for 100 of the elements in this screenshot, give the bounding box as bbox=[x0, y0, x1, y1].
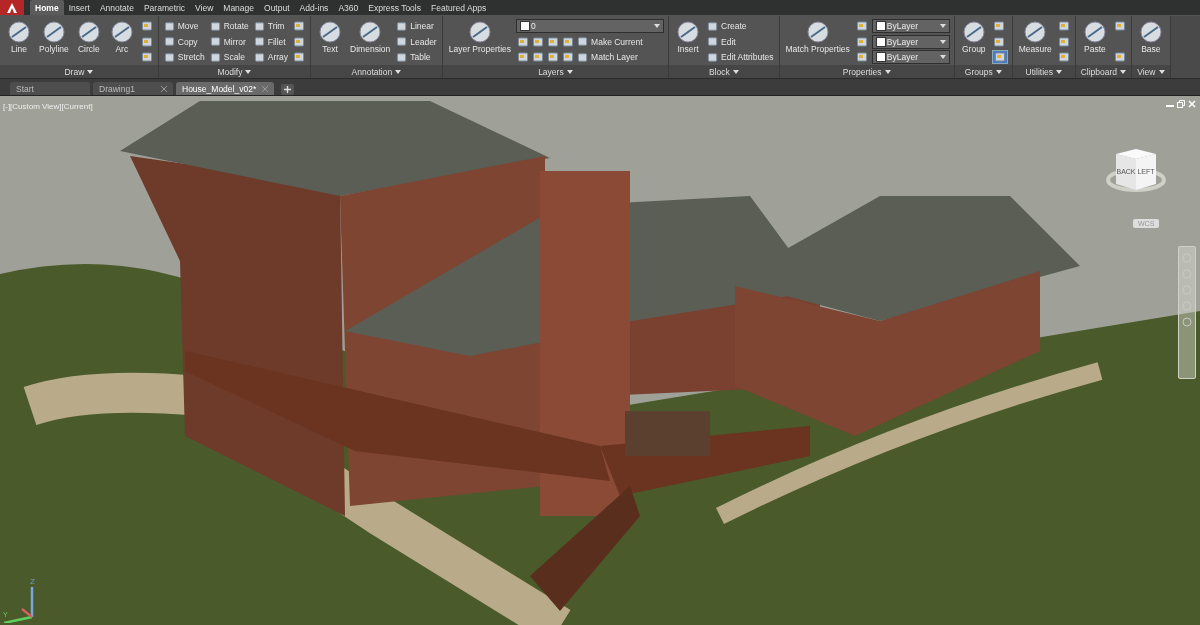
ribbon-tool-button[interactable]: Match Properties bbox=[783, 19, 852, 54]
tool-icon-button[interactable] bbox=[1112, 19, 1127, 33]
ribbon-tool-button[interactable]: Line bbox=[4, 19, 34, 54]
ribbon-tool-button[interactable]: Table bbox=[395, 50, 438, 64]
tool-icon bbox=[517, 35, 530, 48]
tool-icon bbox=[577, 36, 589, 47]
tool-icon bbox=[992, 35, 1005, 48]
ribbon-tool-button[interactable]: Edit Attributes bbox=[706, 50, 775, 64]
ribbon-tool-button[interactable]: Group bbox=[958, 19, 989, 54]
caret-icon bbox=[1158, 69, 1165, 74]
tool-icon-button[interactable] bbox=[139, 34, 154, 49]
dropdown-field[interactable]: ByLayer bbox=[871, 19, 950, 33]
tool-icon-button[interactable] bbox=[292, 19, 307, 33]
tool-icon-button[interactable] bbox=[854, 19, 869, 33]
caret-icon bbox=[995, 69, 1002, 74]
tool-icon-button[interactable] bbox=[546, 50, 561, 64]
ribbon-tab[interactable]: View bbox=[190, 0, 219, 15]
ribbon-tool-button[interactable]: Layer Properties bbox=[446, 19, 514, 54]
ribbon-tool-button[interactable]: Leader bbox=[395, 34, 438, 49]
ribbon-tool-button[interactable]: Text bbox=[315, 19, 346, 54]
tool-icon-button[interactable] bbox=[516, 34, 531, 49]
caret-icon bbox=[87, 69, 94, 74]
ribbon-tool-button[interactable]: Create bbox=[706, 19, 775, 33]
close-icon[interactable] bbox=[161, 85, 167, 92]
panel-title[interactable]: Layers bbox=[538, 66, 564, 77]
tool-icon-button[interactable] bbox=[516, 50, 531, 64]
ribbon-tool-button[interactable]: Trim bbox=[252, 19, 290, 33]
tool-icon-button[interactable] bbox=[854, 34, 869, 49]
tool-icon-button[interactable] bbox=[561, 50, 576, 64]
tool-icon-button[interactable] bbox=[854, 50, 869, 64]
ribbon-tab[interactable]: Annotate bbox=[94, 0, 139, 15]
document-tab[interactable]: Drawing1 bbox=[93, 82, 173, 95]
tool-icon-button[interactable] bbox=[292, 50, 307, 64]
ribbon-tool-button[interactable]: Base bbox=[1135, 19, 1166, 54]
tool-icon-button[interactable] bbox=[531, 34, 546, 49]
tool-icon bbox=[293, 51, 306, 63]
tool-icon-button[interactable] bbox=[561, 34, 576, 49]
ribbon-tool-button[interactable]: Scale bbox=[208, 50, 250, 64]
tool-icon-button[interactable] bbox=[546, 34, 561, 49]
document-tab[interactable]: Start bbox=[10, 82, 90, 95]
tool-icon bbox=[209, 20, 221, 32]
ribbon-tab[interactable]: Add-ins bbox=[294, 0, 334, 15]
tool-icon bbox=[532, 51, 545, 63]
tool-icon-button[interactable] bbox=[531, 50, 546, 64]
tool-icon-button[interactable] bbox=[1056, 50, 1071, 64]
ribbon-tab[interactable]: Featured Apps bbox=[426, 0, 492, 15]
ribbon-tab[interactable]: Parametric bbox=[138, 0, 190, 15]
dropdown-field[interactable]: ByLayer bbox=[871, 50, 950, 64]
caret-icon bbox=[654, 24, 661, 28]
caret-icon bbox=[939, 24, 946, 28]
tool-icon bbox=[396, 51, 408, 63]
panel-title[interactable]: Properties bbox=[842, 66, 882, 77]
ribbon-tool-button[interactable]: Make Current bbox=[576, 34, 644, 49]
ribbon-tool-button[interactable]: Linear bbox=[395, 19, 438, 33]
ribbon-tool-button[interactable]: Move bbox=[162, 19, 206, 33]
caret-icon bbox=[1056, 69, 1062, 74]
tool-icon-button[interactable] bbox=[292, 34, 307, 49]
application-menu-button[interactable] bbox=[0, 0, 24, 15]
tool-icon bbox=[1057, 51, 1070, 63]
ribbon-tab[interactable]: A360 bbox=[333, 0, 364, 15]
tool-icon-button[interactable] bbox=[1056, 19, 1071, 33]
tool-icon bbox=[1022, 19, 1049, 45]
dropdown-field[interactable]: ByLayer bbox=[871, 34, 950, 49]
tool-icon bbox=[163, 51, 175, 63]
ribbon-tool-button[interactable]: Polyline bbox=[37, 19, 71, 54]
ribbon-tool-button[interactable]: Edit bbox=[706, 34, 775, 49]
panel-title[interactable]: Block bbox=[708, 66, 730, 77]
ribbon-tool-button[interactable]: Measure bbox=[1016, 19, 1054, 54]
ribbon-tool-button[interactable]: Match Layer bbox=[576, 50, 639, 64]
ribbon-tool-button[interactable]: Rotate bbox=[208, 19, 250, 33]
restore-icon[interactable] bbox=[1177, 100, 1185, 108]
ribbon-tool-button[interactable]: Insert bbox=[673, 19, 704, 54]
ribbon-tool-button[interactable]: Fillet bbox=[252, 34, 290, 49]
ribbon-tab[interactable]: Home bbox=[30, 0, 64, 15]
ribbon-tool-button[interactable]: Paste bbox=[1079, 19, 1110, 54]
tool-icon-button[interactable] bbox=[991, 50, 1008, 64]
tool-icon-button[interactable] bbox=[1112, 50, 1127, 64]
panel-title[interactable]: Modify bbox=[217, 66, 243, 77]
tool-icon bbox=[855, 51, 868, 63]
ribbon-tool-button[interactable]: Array bbox=[252, 50, 290, 64]
tool-icon bbox=[75, 19, 102, 45]
ribbon-tool-button[interactable]: Circle bbox=[73, 19, 104, 54]
tool-icon-button[interactable] bbox=[139, 19, 154, 33]
panel-title[interactable]: Draw bbox=[64, 66, 85, 77]
ribbon-tool-button[interactable]: Copy bbox=[162, 34, 206, 49]
ribbon-tab[interactable]: Output bbox=[259, 0, 295, 15]
ribbon-tab[interactable]: Manage bbox=[218, 0, 259, 15]
tool-icon bbox=[253, 36, 265, 47]
ribbon-tool-button[interactable]: Arc bbox=[106, 19, 137, 54]
ribbon-tool-button[interactable]: Stretch bbox=[162, 50, 206, 64]
tool-icon-button[interactable] bbox=[139, 50, 154, 64]
new-tab-button[interactable] bbox=[281, 84, 295, 95]
ribbon-tab[interactable]: Express Tools bbox=[363, 0, 426, 15]
ribbon-tab[interactable]: Insert bbox=[63, 0, 95, 15]
document-tab[interactable]: House_Model_v02* bbox=[176, 82, 275, 95]
ribbon-tool-button[interactable]: Mirror bbox=[208, 34, 250, 49]
ribbon-tool-button[interactable]: Dimension bbox=[348, 19, 393, 54]
tool-icon-button[interactable] bbox=[1056, 34, 1071, 49]
caret-icon bbox=[245, 69, 252, 74]
dropdown-field[interactable]: 0 bbox=[516, 19, 665, 33]
